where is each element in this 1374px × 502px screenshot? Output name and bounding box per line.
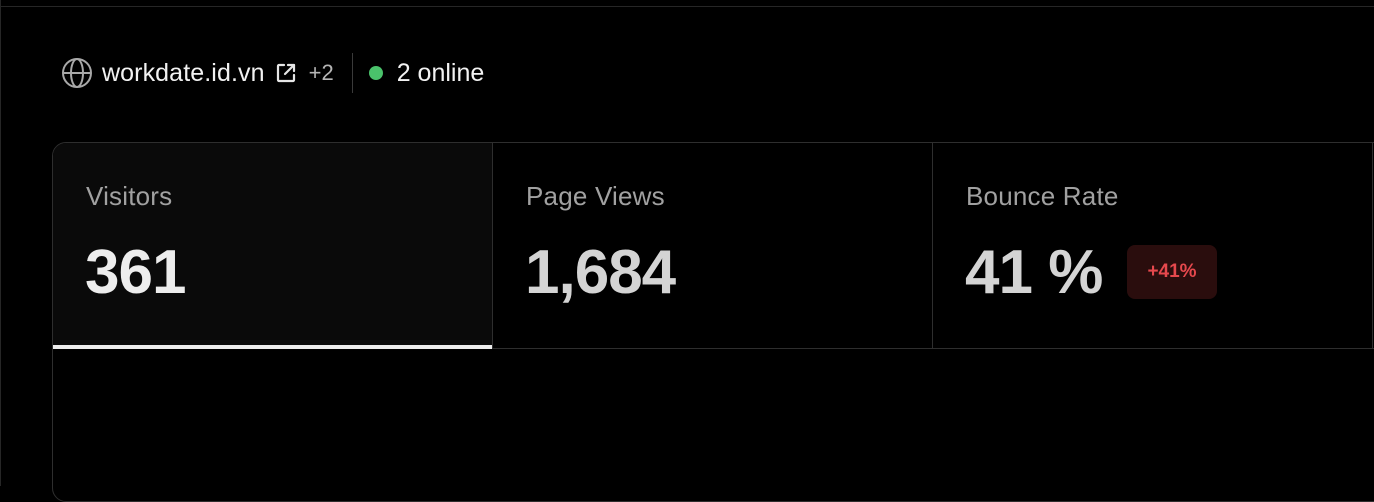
metric-label: Visitors bbox=[86, 181, 173, 211]
online-count: 2 online bbox=[396, 58, 485, 87]
metric-value: 361 bbox=[85, 238, 186, 307]
site-domain-link[interactable]: workdate.id.vn bbox=[102, 59, 265, 88]
tab-page-views[interactable]: Page Views 1,684 bbox=[493, 143, 933, 348]
globe-icon bbox=[61, 57, 93, 89]
metric-label: Page Views bbox=[526, 181, 665, 211]
dashboard-panel: workdate.id.vn +2 2 online Visitors 361 … bbox=[0, 0, 1374, 502]
metric-value: 41 % bbox=[965, 238, 1103, 307]
change-badge: +41% bbox=[1127, 245, 1217, 299]
online-status-dot bbox=[368, 66, 383, 80]
site-header: workdate.id.vn +2 2 online bbox=[61, 52, 484, 94]
tab-bounce-rate[interactable]: Bounce Rate 41 % +41% bbox=[933, 143, 1373, 348]
tab-visitors[interactable]: Visitors 361 bbox=[53, 143, 493, 349]
metric-label: Bounce Rate bbox=[966, 181, 1119, 211]
more-sites-count[interactable]: +2 bbox=[309, 60, 334, 86]
external-link-icon[interactable] bbox=[275, 62, 297, 84]
metric-tabs: Visitors 361 Page Views 1,684 Bounce Rat… bbox=[53, 143, 1374, 349]
header-separator bbox=[351, 53, 353, 93]
metrics-card: Visitors 361 Page Views 1,684 Bounce Rat… bbox=[52, 142, 1374, 502]
top-divider bbox=[1, 6, 1374, 7]
metric-value: 1,684 bbox=[525, 238, 676, 307]
